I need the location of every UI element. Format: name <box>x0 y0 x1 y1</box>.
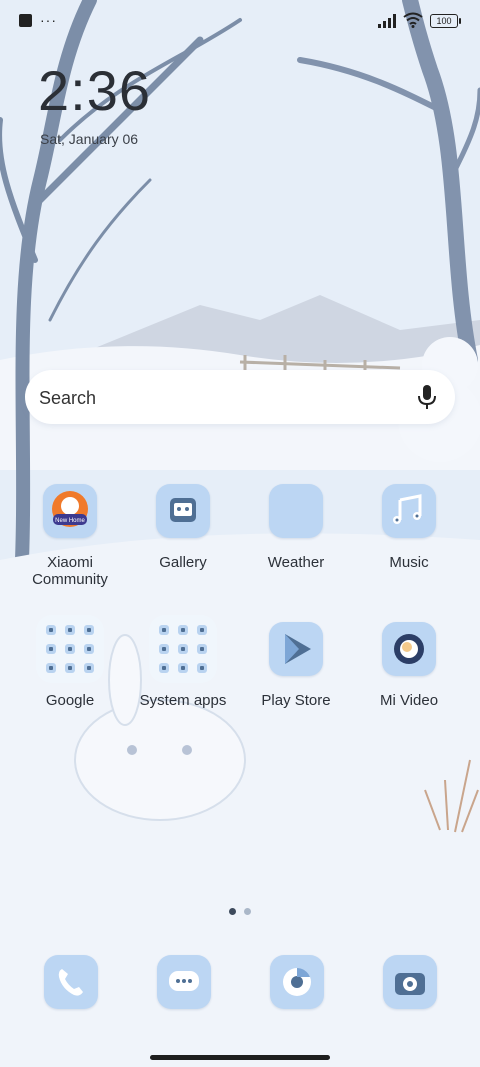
page-indicator-active[interactable] <box>229 908 236 915</box>
clock-time[interactable]: 2:36 <box>38 58 151 123</box>
search-bar[interactable]: Search <box>25 370 455 424</box>
app-xiaomi-community[interactable]: New Home Xiaomi Community <box>15 484 125 588</box>
app-play-store[interactable]: Play Store <box>241 622 351 709</box>
gallery-icon <box>156 484 210 538</box>
app-label: Gallery <box>159 554 207 571</box>
notification-square-icon <box>19 14 32 27</box>
app-label: Weather <box>267 554 325 571</box>
app-music[interactable]: Music <box>354 484 464 571</box>
folder-system-apps[interactable]: System apps <box>128 615 238 709</box>
app-mi-video[interactable]: Mi Video <box>354 622 464 709</box>
weather-icon <box>269 484 323 538</box>
google-folder-icon <box>36 615 104 683</box>
messages-icon[interactable] <box>157 955 211 1009</box>
mic-icon[interactable] <box>417 384 437 410</box>
app-label: System apps <box>139 692 227 709</box>
home-gesture-bar[interactable] <box>150 1055 330 1060</box>
camera-icon[interactable] <box>383 955 437 1009</box>
status-bar: ··· 100 <box>0 0 480 42</box>
app-gallery[interactable]: Gallery <box>128 484 238 571</box>
chrome-icon[interactable] <box>270 955 324 1009</box>
page-indicator[interactable] <box>244 908 251 915</box>
music-icon <box>382 484 436 538</box>
play-store-icon <box>269 622 323 676</box>
svg-text:New Home: New Home <box>55 518 85 524</box>
phone-icon[interactable] <box>44 955 98 1009</box>
app-label: Xiaomi Community <box>32 554 108 588</box>
battery-icon: 100 <box>430 14 461 28</box>
wifi-icon <box>403 12 423 28</box>
search-placeholder: Search <box>39 388 97 408</box>
app-label: Play Store <box>261 692 331 709</box>
clock-date[interactable]: Sat, January 06 <box>40 131 138 147</box>
notification-dots: ··· <box>40 12 57 28</box>
app-label: Music <box>389 554 429 571</box>
signal-icon <box>378 14 396 28</box>
system-apps-folder-icon <box>149 615 217 683</box>
mi-video-icon <box>382 622 436 676</box>
folder-google[interactable]: Google <box>15 615 125 709</box>
app-label: Google <box>45 692 95 709</box>
app-weather[interactable]: Weather <box>241 484 351 571</box>
app-label: Mi Video <box>379 692 439 709</box>
xiaomi-community-icon: New Home <box>43 484 97 538</box>
